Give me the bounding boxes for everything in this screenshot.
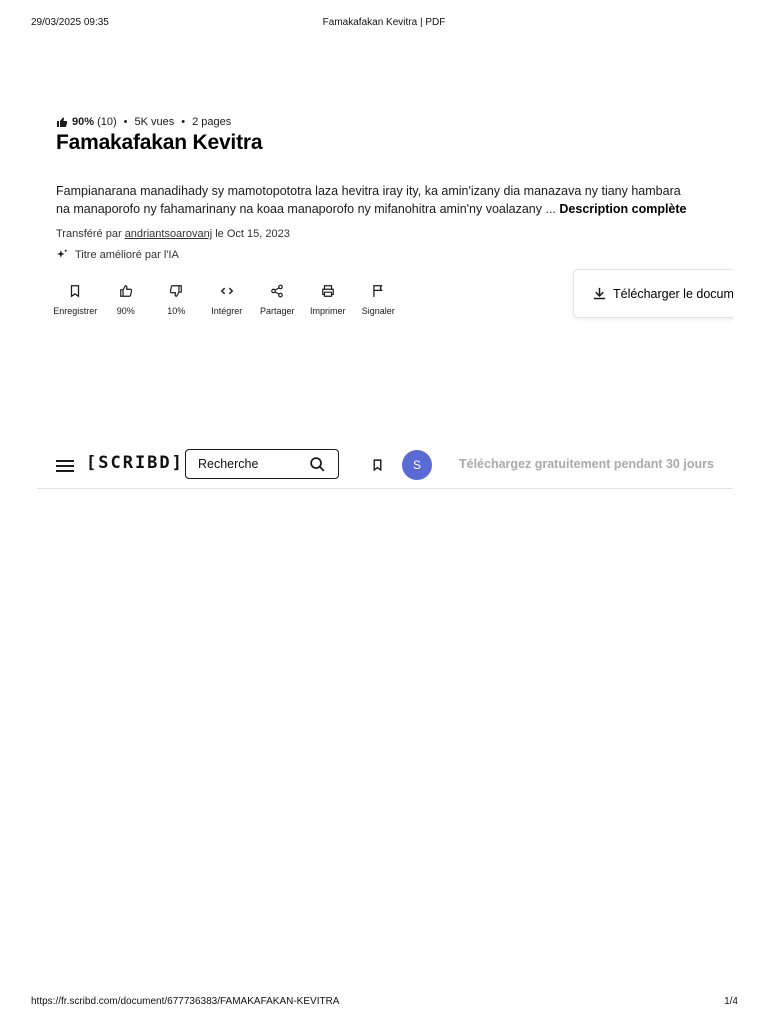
description-more-link[interactable]: Description complète — [559, 202, 686, 216]
page-clip-mask — [733, 260, 768, 330]
rating-percent: 90% — [72, 116, 95, 128]
thumbs-up-icon — [119, 285, 132, 297]
printer-icon — [321, 285, 334, 297]
report-button[interactable]: Signaler — [353, 284, 404, 316]
ai-title-note: Titre amélioré par l'IA — [56, 248, 179, 261]
top-navbar: [SCRIBD] S Téléchargez gratuitement pend… — [37, 448, 733, 489]
bookmark-icon — [71, 285, 80, 298]
action-bar: Enregistrer 90% 10% Intégrer Partager Im… — [50, 284, 404, 316]
rating-count: (10) — [97, 116, 117, 128]
sparkle-icon — [57, 249, 68, 258]
report-label: Signaler — [361, 306, 395, 316]
embed-button[interactable]: Intégrer — [202, 284, 253, 316]
document-title: Famakafakan Kevitra — [56, 131, 263, 154]
menu-icon[interactable] — [56, 458, 74, 472]
document-description: Fampianarana manadihady sy mamotopototra… — [56, 182, 696, 218]
save-label: Enregistrer — [53, 306, 98, 316]
document-meta: 90% (10) • 5K vues • 2 pages — [56, 116, 231, 128]
ai-note-text: Titre amélioré par l'IA — [75, 248, 179, 261]
download-button[interactable]: Télécharger le docume — [573, 269, 753, 318]
share-button[interactable]: Partager — [252, 284, 303, 316]
download-icon — [593, 287, 606, 300]
embed-label: Intégrer — [211, 306, 243, 316]
thumbs-up-icon — [57, 117, 68, 127]
scribd-logo[interactable]: [SCRIBD] — [86, 453, 184, 473]
free-trial-link[interactable]: Téléchargez gratuitement pendant 30 jour… — [459, 457, 714, 471]
code-icon — [220, 287, 233, 295]
separator-dot: • — [181, 116, 186, 128]
dislike-label: 10% — [167, 306, 186, 316]
print-label: Imprimer — [310, 306, 346, 316]
download-label: Télécharger le docume — [613, 286, 741, 301]
page-count: 2 pages — [192, 116, 232, 128]
like-button[interactable]: 90% — [101, 284, 152, 316]
view-count: 5K vues — [134, 116, 175, 128]
separator-dot: • — [123, 116, 128, 128]
upload-prefix: Transféré par — [56, 228, 122, 240]
dislike-button[interactable]: 10% — [151, 284, 202, 316]
print-page-number: 1/4 — [724, 996, 738, 1007]
share-label: Partager — [259, 306, 295, 316]
upload-info: Transféré par andriantsoarovanj le Oct 1… — [56, 228, 290, 240]
search-input[interactable] — [198, 457, 298, 471]
thumbs-down-icon — [170, 285, 183, 297]
uploader-link[interactable]: andriantsoarovanj — [125, 228, 212, 240]
bookmark-icon[interactable] — [371, 458, 384, 472]
print-title: Famakafakan Kevitra | PDF — [322, 17, 446, 28]
avatar[interactable]: S — [402, 450, 432, 480]
like-label: 90% — [116, 306, 135, 316]
search-icon[interactable] — [309, 456, 326, 473]
save-button[interactable]: Enregistrer — [50, 284, 101, 316]
search-box — [185, 449, 339, 479]
print-button[interactable]: Imprimer — [303, 284, 354, 316]
share-icon — [271, 284, 284, 298]
flag-icon — [373, 285, 383, 297]
upload-date: le Oct 15, 2023 — [215, 228, 290, 240]
print-url: https://fr.scribd.com/document/677736383… — [31, 996, 340, 1007]
